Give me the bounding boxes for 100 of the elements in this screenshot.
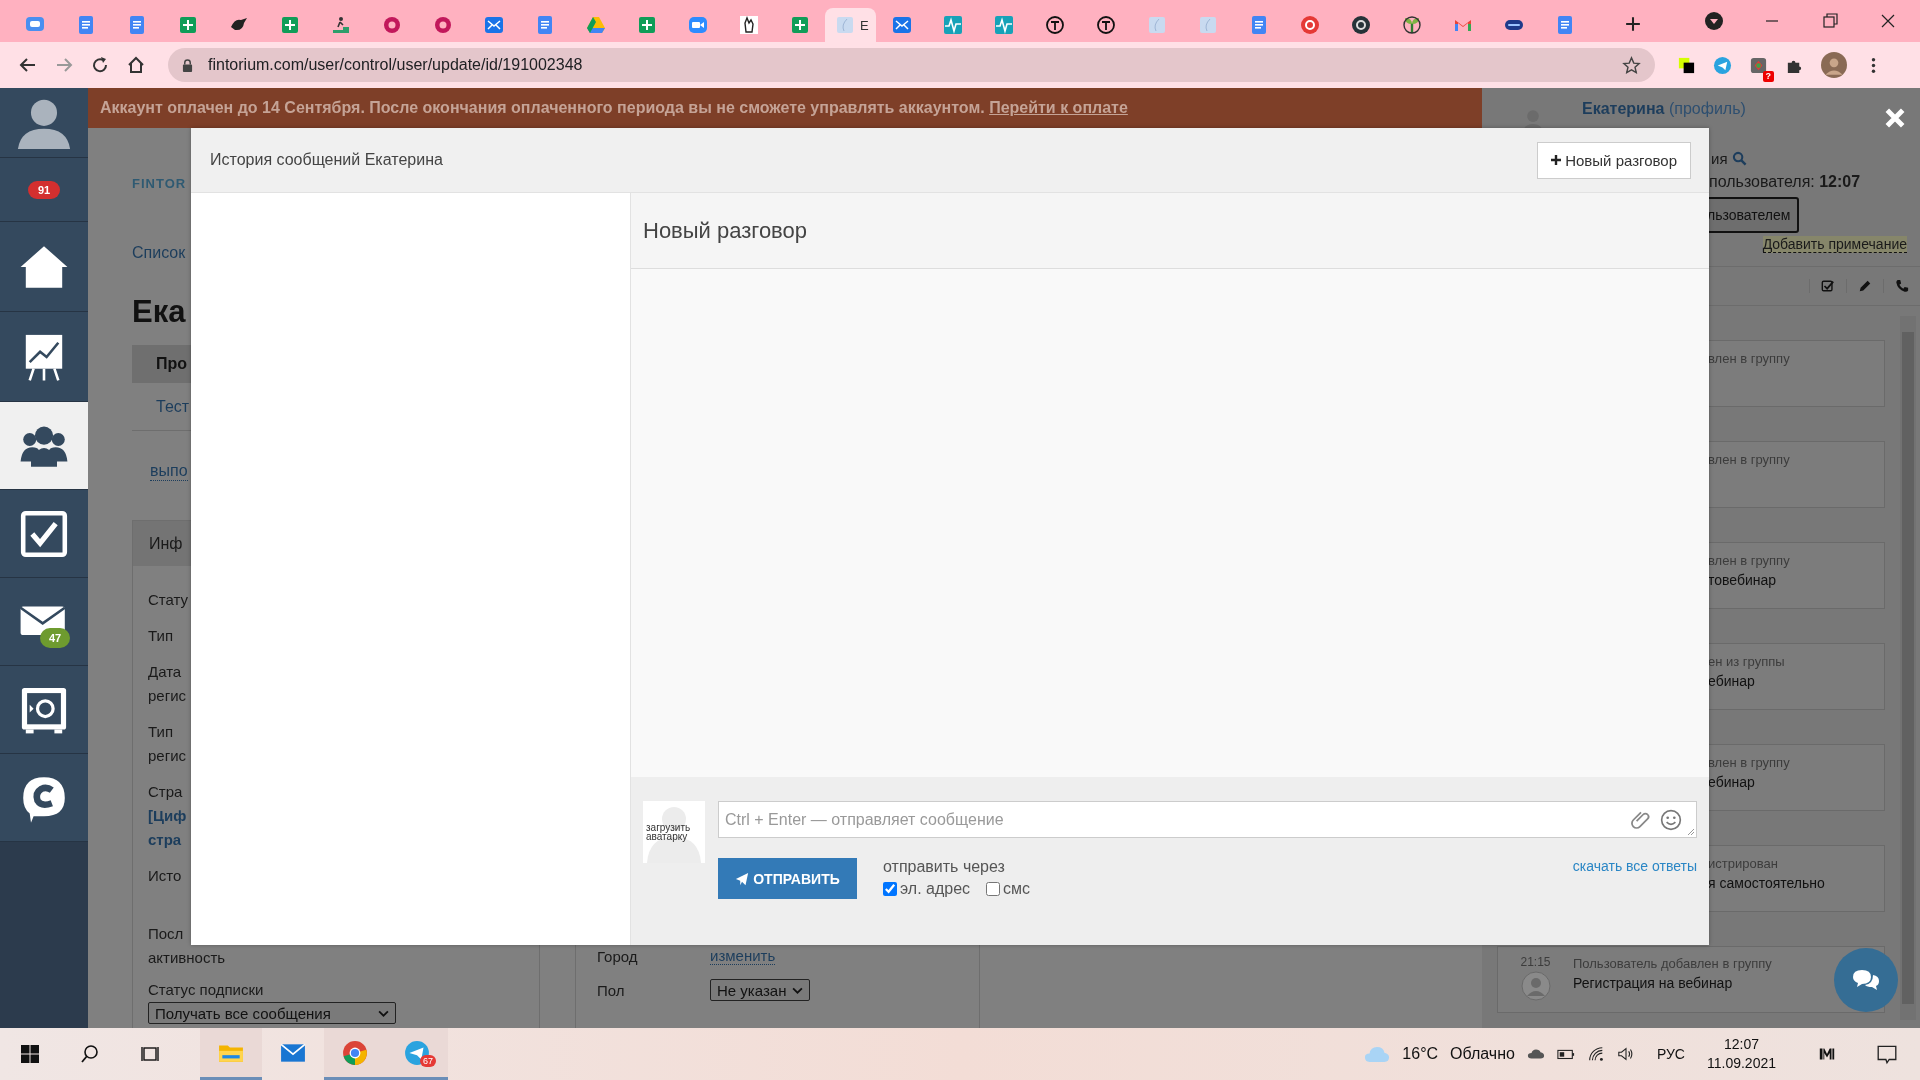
event-title: влен в группу [1708,451,1791,468]
sidebar-item[interactable] [0,88,88,158]
address-field[interactable]: fintorium.com/user/control/user/update/id/191002348 [168,48,1655,82]
pulse-icon [942,15,963,35]
pulse-icon [993,15,1014,35]
field-value-link[interactable]: [Циф [148,804,187,828]
message-box[interactable]: Ctrl + Enter — отправляет сообщение [718,801,1697,838]
action-link[interactable]: выпо [150,462,188,481]
weather-condition[interactable]: Облачно [1450,1045,1515,1063]
task-view-icon[interactable] [140,1044,160,1064]
circle-logo-icon [1044,15,1065,35]
channel-label: эл. адрес [900,880,971,898]
sidebar-item[interactable]: 91 [0,158,88,222]
taskbar-app[interactable]: 67 [386,1028,448,1080]
event-title: ен из группы [1708,653,1786,670]
smiley-icon[interactable] [1660,808,1682,831]
sidebar-item[interactable] [0,490,88,578]
browser-icon [342,1039,368,1066]
browser-tab[interactable]: Е [825,8,876,42]
spreadsheet-icon [177,15,198,35]
triangle-icon [585,15,606,35]
user-name-link[interactable]: Екатерина (профиль) [1582,100,1746,118]
paper-plane-icon[interactable] [1713,55,1732,75]
field-label: Тип [148,722,174,742]
event-detail: Регистрация на вебинар [1573,974,1734,993]
home-icon[interactable] [126,55,146,75]
panel-title: Инф [149,534,183,553]
count-badge: 67 [420,1055,436,1067]
sidebar-item[interactable] [0,754,88,842]
taskbar-app[interactable] [200,1028,262,1080]
reload-icon[interactable] [90,55,110,75]
paper-plane-icon [735,871,750,886]
event-title: Пользователь добавлен в группу [1573,955,1772,972]
channel-label: смс [1003,880,1031,898]
lock-icon[interactable] [182,58,193,72]
event-detail: товебинар [1708,571,1778,590]
channel-checkbox[interactable] [986,882,1001,896]
notification-icon[interactable] [1876,1043,1898,1065]
spreadsheet-icon [636,15,657,35]
mail-icon [483,15,504,35]
restore-icon[interactable] [1820,11,1840,31]
sidebar-item[interactable] [0,312,88,402]
sidebar-item[interactable] [0,222,88,312]
breadcrumb-link[interactable]: Список [132,244,186,262]
message-field[interactable]: Ctrl + Enter — отправляет сообщение [719,809,1622,830]
subscription-select[interactable]: Получать все сообщения [148,1002,396,1024]
sidebar-item[interactable] [0,402,88,490]
event-time: 21:15 [1520,955,1551,969]
blank-page-icon [835,15,855,35]
event-title: влен в группу [1708,754,1791,771]
send-button[interactable]: ОТПРАВИТЬ [718,858,857,899]
user-avatar-icon [1520,971,1551,1001]
avatar-upload[interactable]: загрузить аватарку [643,801,705,863]
clock-date: 11.09.2021 [1706,1054,1776,1073]
upload-caption: загрузить аватарку [645,823,692,841]
banner-text: Аккаунт оплачен до 14 Сентября. После окончания оплаченного периода вы не сможете управлять аккаунтом. Перейти к оплате [100,99,1128,117]
blank-page-icon [1197,15,1218,35]
taskbar-app[interactable] [324,1028,386,1080]
new-conversation-button[interactable]: Новый разговор [1537,141,1691,179]
edit-link[interactable]: изменить [710,947,776,965]
payment-link[interactable]: Перейти к оплате [989,99,1128,116]
field-label: Стра [148,782,184,802]
field-label: Тип [148,626,173,646]
gender-select[interactable]: Не указан [710,979,811,1001]
logo: FINTOR [132,176,187,192]
download-replies-link[interactable]: скачать все ответы [1572,858,1697,874]
dialog-title: История сообщений Екатерина [210,151,443,169]
wifi-icon[interactable] [1586,1045,1605,1063]
clock[interactable]: 12:07 11.09.2021 [1706,1035,1776,1073]
star-icon[interactable] [1622,55,1641,75]
field-label: Дата [148,662,183,682]
user-time: пользователя: 12:07 [1708,173,1862,191]
mail-icon [891,15,912,35]
resize-grip-icon[interactable] [1687,828,1695,836]
add-note-link[interactable]: Добавить примечание [1762,236,1907,253]
count-badge: 91 [27,180,61,199]
windows-logo-icon[interactable] [20,1044,40,1064]
input-language[interactable]: РУС [1656,1046,1685,1062]
sidebar-item[interactable] [0,666,88,754]
new-tab-icon[interactable] [1625,16,1641,32]
spreadsheet-icon [279,15,300,35]
field-value-link[interactable]: стра [148,828,187,852]
field-label: Стату [148,590,189,610]
field-label: регис [148,746,187,766]
event-detail: ебинар [1708,672,1756,691]
video-camera-icon [687,15,708,35]
channel-checkbox[interactable] [883,882,897,896]
temperature[interactable]: 16°C [1402,1045,1439,1063]
circle-logo-icon [1350,15,1371,35]
tab-search-icon[interactable] [1704,11,1724,31]
chat-bubbles-icon [1851,968,1881,992]
event-title: влен в группу [1708,350,1791,367]
search-icon[interactable] [80,1044,100,1064]
extension-icon[interactable] [1749,55,1768,75]
clock-time: 12:07 [1723,1035,1759,1054]
square-icon[interactable] [1677,55,1696,75]
close-icon[interactable] [1884,107,1906,129]
sidebar-item[interactable]: 47 [0,578,88,666]
profile-avatar-icon[interactable] [1821,52,1847,78]
speaker-icon[interactable] [1616,1045,1635,1063]
